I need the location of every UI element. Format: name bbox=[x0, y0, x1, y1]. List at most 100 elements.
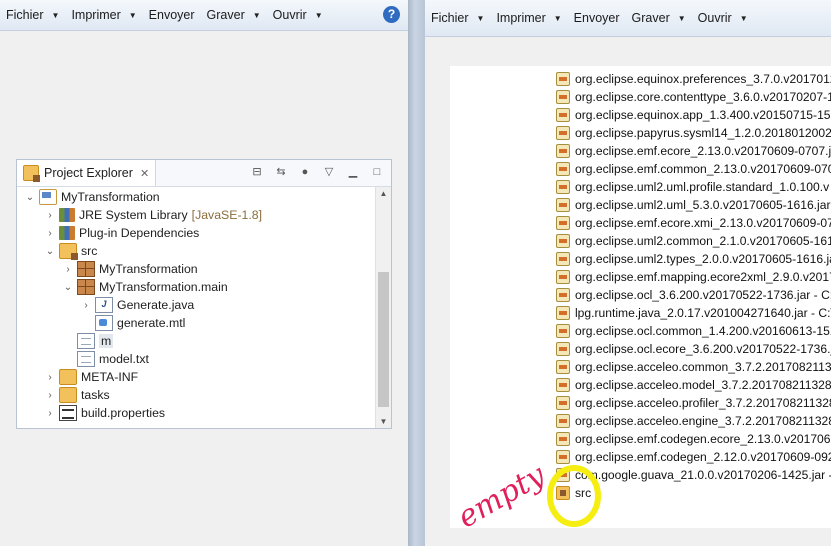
list-item-src[interactable]: src bbox=[556, 484, 591, 502]
toolbar-item-label: Imprimer bbox=[496, 11, 546, 25]
list-item-jar[interactable]: org.eclipse.uml2.types_2.0.0.v20170605-1… bbox=[556, 250, 831, 268]
list-item-label: org.eclipse.emf.codegen_2.12.0.v20170609… bbox=[575, 450, 831, 464]
list-item-label: org.eclipse.uml2.types_2.0.0.v20170605-1… bbox=[575, 252, 831, 266]
tree-item-jre[interactable]: › JRE System Library [JavaSE-1.8] bbox=[17, 206, 391, 224]
list-item-jar[interactable]: org.eclipse.equinox.app_1.3.400.v2015071… bbox=[556, 106, 831, 124]
jar-file-icon bbox=[556, 270, 570, 284]
collapse-arrow-icon[interactable]: ⌄ bbox=[23, 192, 37, 203]
jar-file-icon bbox=[556, 468, 570, 482]
list-item-jar[interactable]: org.eclipse.ocl.common_1.4.200.v20160613… bbox=[556, 322, 831, 340]
list-item-jar[interactable]: org.eclipse.uml2.common_2.1.0.v20170605-… bbox=[556, 232, 831, 250]
tree-item-src[interactable]: ⌄ src bbox=[17, 242, 391, 260]
list-item-jar[interactable]: org.eclipse.acceleo.profiler_3.7.2.20170… bbox=[556, 394, 831, 412]
jre-version-decoration: [JavaSE-1.8] bbox=[191, 208, 263, 222]
expand-arrow-icon[interactable]: › bbox=[43, 228, 57, 239]
tree-item-tasks[interactable]: › tasks bbox=[17, 386, 391, 404]
close-icon[interactable]: ✕ bbox=[140, 167, 149, 180]
list-item-jar[interactable]: lpg.runtime.java_2.0.17.v201004271640.ja… bbox=[556, 304, 831, 322]
expand-arrow-icon[interactable]: › bbox=[43, 390, 57, 401]
toolbar-envoyer[interactable]: Envoyer bbox=[568, 7, 626, 29]
toolbar-ouvrir[interactable]: Ouvrir ▼ bbox=[267, 4, 329, 26]
tree-item-model-txt[interactable]: model.txt bbox=[17, 350, 391, 368]
list-item-jar[interactable]: org.eclipse.uml2.uml_5.3.0.v20170605-161… bbox=[556, 196, 830, 214]
vertical-scrollbar[interactable]: ▲ ▼ bbox=[375, 187, 391, 428]
tree-item-package-main[interactable]: ⌄ MyTransformation.main bbox=[17, 278, 391, 296]
expand-arrow-icon[interactable]: › bbox=[43, 372, 57, 383]
toolbar-fichier[interactable]: Fichier ▼ bbox=[0, 4, 65, 26]
toolbar-envoyer[interactable]: Envoyer bbox=[143, 4, 201, 26]
collapse-all-icon[interactable]: ⊟ bbox=[249, 164, 265, 180]
toolbar-fichier[interactable]: Fichier ▼ bbox=[425, 7, 490, 29]
tree-item-package[interactable]: › MyTransformation bbox=[17, 260, 391, 278]
list-item-jar[interactable]: org.eclipse.emf.codegen.ecore_2.13.0.v20… bbox=[556, 430, 831, 448]
tree-item-project[interactable]: ⌄ MyTransformation bbox=[17, 188, 391, 206]
tree-item-label: m bbox=[99, 334, 114, 348]
view-menu-icon[interactable]: ▽ bbox=[321, 164, 337, 180]
jar-file-icon bbox=[556, 108, 570, 122]
jar-file-icon bbox=[556, 180, 570, 194]
list-item-label: com.google.guava_21.0.0.v20170206-1425.j… bbox=[575, 468, 831, 482]
toolbar-graver[interactable]: Graver ▼ bbox=[201, 4, 267, 26]
list-item-jar[interactable]: org.eclipse.acceleo.common_3.7.2.2017082… bbox=[556, 358, 831, 376]
toolbar-graver[interactable]: Graver ▼ bbox=[626, 7, 692, 29]
left-toolbar: Fichier ▼ Imprimer ▼ Envoyer Graver ▼ Ouvri… bbox=[0, 0, 408, 31]
maximize-icon[interactable]: □ bbox=[369, 164, 385, 180]
toolbar-ouvrir[interactable]: Ouvrir ▼ bbox=[692, 7, 754, 29]
list-item-jar[interactable]: org.eclipse.acceleo.model_3.7.2.20170821… bbox=[556, 376, 831, 394]
tree-item-generate-mtl[interactable]: generate.mtl bbox=[17, 314, 391, 332]
toolbar-imprimer[interactable]: Imprimer ▼ bbox=[490, 7, 567, 29]
expand-arrow-icon[interactable]: › bbox=[43, 408, 57, 419]
library-icon bbox=[59, 208, 75, 222]
tree-item-label: META-INF bbox=[81, 370, 139, 384]
project-explorer-view: Project Explorer ✕ ⊟ ⇆ ● ▽ ▁ □ ⌄ MyTrans… bbox=[16, 159, 392, 429]
jar-file-icon bbox=[556, 198, 570, 212]
scroll-up-icon[interactable]: ▲ bbox=[376, 189, 391, 198]
tree-item-label: Plug-in Dependencies bbox=[79, 226, 200, 240]
list-item-jar[interactable]: org.eclipse.emf.codegen_2.12.0.v20170609… bbox=[556, 448, 831, 466]
text-file-icon bbox=[77, 351, 95, 367]
tree-item-m[interactable]: m bbox=[17, 332, 391, 350]
help-icon[interactable]: ? bbox=[383, 6, 400, 23]
list-item-jar[interactable]: com.google.guava_21.0.0.v20170206-1425.j… bbox=[556, 466, 831, 484]
project-explorer-icon bbox=[23, 165, 40, 182]
focus-icon[interactable]: ● bbox=[297, 164, 313, 180]
list-item-jar[interactable]: org.eclipse.ocl.ecore_3.6.200.v20170522-… bbox=[556, 340, 831, 358]
tree-item-build-properties[interactable]: › build.properties bbox=[17, 404, 391, 422]
list-item-jar[interactable]: org.eclipse.ocl_3.6.200.v20170522-1736.j… bbox=[556, 286, 831, 304]
tree-item-label: generate.mtl bbox=[117, 316, 186, 330]
list-item-jar[interactable]: org.eclipse.uml2.uml.profile.standard_1.… bbox=[556, 178, 829, 196]
collapse-arrow-icon[interactable]: ⌄ bbox=[43, 246, 57, 257]
scrollbar-thumb[interactable] bbox=[378, 272, 389, 407]
list-item-jar[interactable]: org.eclipse.emf.common_2.13.0.v20170609-… bbox=[556, 160, 831, 178]
chevron-down-icon: ▼ bbox=[252, 10, 261, 20]
package-icon bbox=[77, 279, 95, 295]
toolbar-item-label: Fichier bbox=[431, 11, 469, 25]
list-item-label: org.eclipse.equinox.app_1.3.400.v2015071… bbox=[575, 108, 831, 122]
tab-project-explorer[interactable]: Project Explorer ✕ bbox=[17, 160, 157, 186]
list-item-jar[interactable]: org.eclipse.emf.mapping.ecore2xml_2.9.0.… bbox=[556, 268, 831, 286]
list-item-jar[interactable]: org.eclipse.equinox.preferences_3.7.0.v2… bbox=[556, 70, 831, 88]
toolbar-item-label: Graver bbox=[206, 8, 245, 22]
tree-item-plugin-dependencies[interactable]: › Plug-in Dependencies bbox=[17, 224, 391, 242]
list-item-jar[interactable]: org.eclipse.emf.ecore.xmi_2.13.0.v201706… bbox=[556, 214, 831, 232]
tree-item-generate-java[interactable]: › J Generate.java bbox=[17, 296, 391, 314]
source-folder-icon bbox=[59, 243, 78, 260]
list-item-jar[interactable]: org.eclipse.emf.ecore_2.13.0.v20170609-0… bbox=[556, 142, 831, 160]
tree-item-label: Generate.java bbox=[117, 298, 195, 312]
list-item-jar[interactable]: org.eclipse.core.contenttype_3.6.0.v2017… bbox=[556, 88, 831, 106]
list-item-label: org.eclipse.uml2.uml.profile.standard_1.… bbox=[575, 180, 830, 194]
minimize-icon[interactable]: ▁ bbox=[345, 164, 361, 180]
expand-arrow-icon[interactable]: › bbox=[79, 300, 93, 311]
jar-file-icon bbox=[556, 252, 570, 266]
collapse-arrow-icon[interactable]: ⌄ bbox=[61, 282, 75, 293]
link-with-editor-icon[interactable]: ⇆ bbox=[273, 164, 289, 180]
right-toolbar: Fichier ▼ Imprimer ▼ Envoyer Graver ▼ Ouvri… bbox=[425, 0, 831, 37]
list-item-jar[interactable]: org.eclipse.papyrus.sysml14_1.2.0.201801… bbox=[556, 124, 831, 142]
expand-arrow-icon[interactable]: › bbox=[43, 210, 57, 221]
scroll-down-icon[interactable]: ▼ bbox=[376, 417, 391, 426]
tree-item-meta-inf[interactable]: › META-INF bbox=[17, 368, 391, 386]
expand-arrow-icon[interactable]: › bbox=[61, 264, 75, 275]
toolbar-imprimer[interactable]: Imprimer ▼ bbox=[65, 4, 142, 26]
list-item-jar[interactable]: org.eclipse.acceleo.engine_3.7.2.2017082… bbox=[556, 412, 831, 430]
list-item-label: org.eclipse.emf.mapping.ecore2xml_2.9.0.… bbox=[575, 270, 831, 284]
